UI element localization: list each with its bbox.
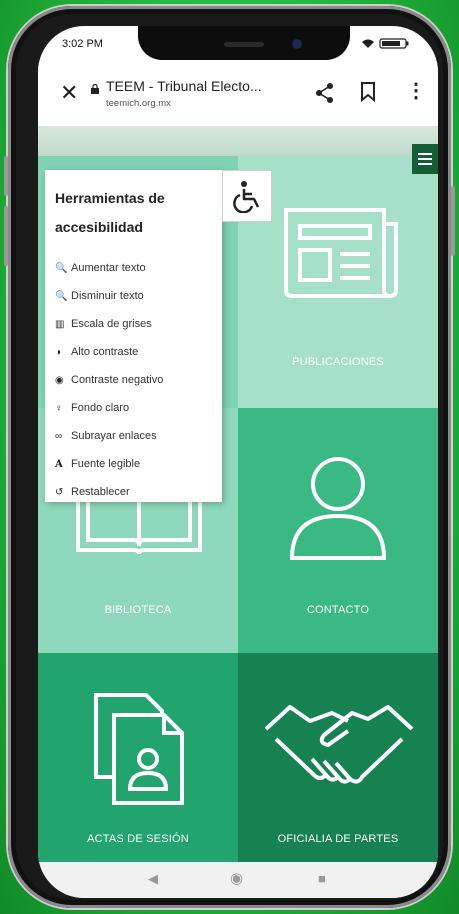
site-banner bbox=[38, 126, 438, 156]
close-icon[interactable]: ✕ bbox=[60, 80, 78, 106]
tool-label: Fondo claro bbox=[71, 402, 130, 414]
tool-label: Contraste negativo bbox=[71, 374, 164, 386]
reset-icon: ↺ bbox=[55, 486, 64, 498]
documents-icon bbox=[94, 693, 184, 805]
tile-label: PUBLICACIONES bbox=[292, 356, 384, 368]
tool-fondo-claro[interactable]: ♀ Fondo claro bbox=[55, 394, 163, 422]
tool-label: Escala de grises bbox=[71, 318, 152, 330]
tile-label: ACTAS DE SESIÓN bbox=[87, 833, 189, 845]
android-nav-bar: ◀ ◉ ■ bbox=[38, 862, 438, 898]
share-icon[interactable] bbox=[314, 82, 336, 104]
tile-label: BIBLIOTECA bbox=[104, 604, 172, 616]
lock-icon bbox=[91, 84, 99, 94]
tool-label: Fuente legible bbox=[71, 458, 141, 470]
volume-down-button bbox=[4, 206, 8, 266]
tool-disminuir-texto[interactable]: 🔍 Disminuir texto bbox=[55, 282, 163, 310]
tool-label: Aumentar texto bbox=[71, 262, 146, 274]
tool-label: Alto contraste bbox=[71, 346, 139, 358]
page-title[interactable]: TEEM - Tribunal Electo... bbox=[106, 78, 262, 94]
tool-fuente-legible[interactable]: A Fuente legible bbox=[55, 450, 163, 478]
font-icon: A bbox=[55, 458, 63, 470]
tool-label: Subrayar enlaces bbox=[71, 430, 157, 442]
tile-label: CONTACTO bbox=[306, 604, 370, 616]
lightbulb-icon: ♀ bbox=[55, 402, 63, 414]
browser-toolbar: ✕ TEEM - Tribunal Electo... teemich.org.… bbox=[38, 62, 438, 126]
person-icon bbox=[289, 457, 387, 560]
screen: 3:02 PM ✕ TEEM - Tribunal Electo... teem… bbox=[38, 26, 438, 898]
accessibility-list: 🔍 Aumentar texto 🔍 Disminuir texto ▥ Escala… bbox=[55, 254, 163, 506]
contrast-icon: ◑ bbox=[55, 346, 62, 358]
tool-contraste-negativo[interactable]: ◉ Contraste negativo bbox=[55, 366, 163, 394]
tile-label: OFICIALIA DE PARTES bbox=[277, 833, 399, 845]
recents-icon[interactable]: ■ bbox=[318, 871, 326, 886]
front-camera bbox=[292, 39, 302, 49]
link-icon: ∞ bbox=[55, 430, 63, 442]
more-vertical-icon[interactable]: ⋮ bbox=[406, 78, 426, 103]
phone-frame: 3:02 PM ✕ TEEM - Tribunal Electo... teem… bbox=[4, 6, 455, 908]
handshake-icon bbox=[264, 705, 414, 784]
tool-escala-de-grises[interactable]: ▥ Escala de grises bbox=[55, 310, 163, 338]
status-icons bbox=[360, 37, 412, 52]
tool-alto-contraste[interactable]: ◑ Alto contraste bbox=[55, 338, 163, 366]
tile-contacto[interactable]: CONTACTO bbox=[238, 408, 438, 653]
wifi-icon bbox=[362, 38, 409, 49]
wheelchair-icon bbox=[233, 181, 260, 213]
bookmark-icon[interactable] bbox=[360, 82, 376, 102]
tool-label: Disminuir texto bbox=[71, 290, 144, 302]
page-host[interactable]: teemich.org.mx bbox=[106, 98, 171, 109]
speaker bbox=[224, 42, 264, 47]
zoom-out-icon: 🔍 bbox=[55, 290, 68, 302]
tool-subrayar-enlaces[interactable]: ∞ Subrayar enlaces bbox=[55, 422, 163, 450]
hamburger-menu-icon[interactable] bbox=[412, 144, 438, 174]
accessibility-panel: Herramientas de accesibilidad 🔍 Aumentar … bbox=[45, 170, 222, 502]
volume-up-button bbox=[4, 156, 8, 196]
grayscale-icon: ▥ bbox=[55, 318, 65, 330]
tile-actas-de-sesion[interactable]: ACTAS DE SESIÓN bbox=[38, 653, 238, 862]
panel-title: Herramientas de accesibilidad bbox=[55, 190, 165, 235]
accessibility-toggle-button[interactable] bbox=[222, 170, 272, 222]
newspaper-icon bbox=[284, 208, 398, 298]
power-button bbox=[451, 186, 455, 256]
eye-icon: ◉ bbox=[55, 374, 64, 386]
tile-oficialia-de-partes[interactable]: OFICIALIA DE PARTES bbox=[238, 653, 438, 862]
tool-label: Restablecer bbox=[71, 486, 130, 498]
home-icon[interactable]: ◉ bbox=[230, 869, 243, 887]
zoom-in-icon: 🔍 bbox=[55, 262, 68, 274]
status-time: 3:02 PM bbox=[62, 38, 103, 50]
notch bbox=[138, 26, 350, 60]
back-icon[interactable]: ◀ bbox=[148, 871, 158, 887]
tool-aumentar-texto[interactable]: 🔍 Aumentar texto bbox=[55, 254, 163, 282]
tool-restablecer[interactable]: ↺ Restablecer bbox=[55, 478, 163, 506]
